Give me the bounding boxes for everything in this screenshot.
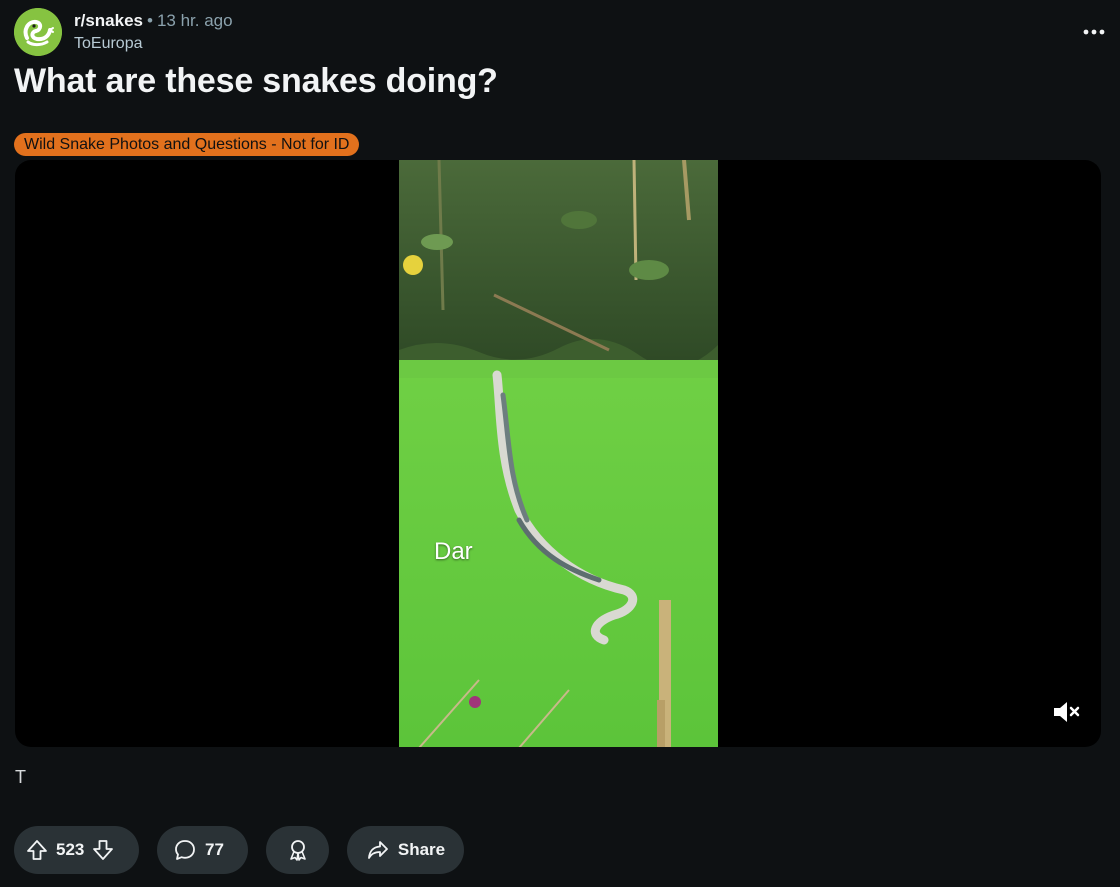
award-icon [286, 838, 310, 862]
video-still [399, 160, 718, 747]
post-header: r/snakes • 13 hr. ago ToEuropa [14, 8, 1106, 58]
mute-toggle-button[interactable] [1049, 695, 1083, 729]
vote-score: 523 [56, 840, 85, 859]
post-flair[interactable]: Wild Snake Photos and Questions - Not fo… [14, 133, 360, 156]
snake-logo-icon [14, 8, 62, 56]
more-options-icon [1083, 29, 1105, 35]
comments-button[interactable]: 77 [157, 826, 248, 874]
post-actions: 523 77 Share [14, 826, 464, 874]
speaker-muted-icon [1054, 702, 1080, 722]
video-frame [399, 160, 718, 747]
vote-bar: 523 [14, 826, 139, 874]
comment-bubble-icon [173, 838, 197, 862]
more-options-button[interactable] [1082, 20, 1106, 44]
post-body: T [15, 767, 26, 787]
share-arrow-icon [366, 838, 390, 862]
post-meta: r/snakes • 13 hr. ago [74, 11, 233, 31]
upvote-arrow-icon [27, 840, 47, 860]
downvote-arrow-icon [93, 840, 114, 860]
subreddit-link[interactable]: r/snakes [74, 11, 143, 30]
share-label: Share [397, 840, 446, 859]
subreddit-avatar[interactable] [14, 8, 62, 56]
comment-count: 77 [205, 840, 224, 859]
upvote-button[interactable] [24, 837, 50, 863]
post-title: What are these snakes doing? [14, 62, 498, 100]
award-button[interactable] [266, 826, 329, 874]
meta-separator: • [147, 11, 153, 30]
post-time: 13 hr. ago [156, 11, 233, 30]
author-link[interactable]: ToEuropa [74, 35, 143, 53]
share-button[interactable]: Share [347, 826, 464, 874]
video-player[interactable]: Dar [15, 160, 1101, 747]
downvote-button[interactable] [90, 837, 116, 863]
video-caption: Dar [434, 538, 473, 565]
